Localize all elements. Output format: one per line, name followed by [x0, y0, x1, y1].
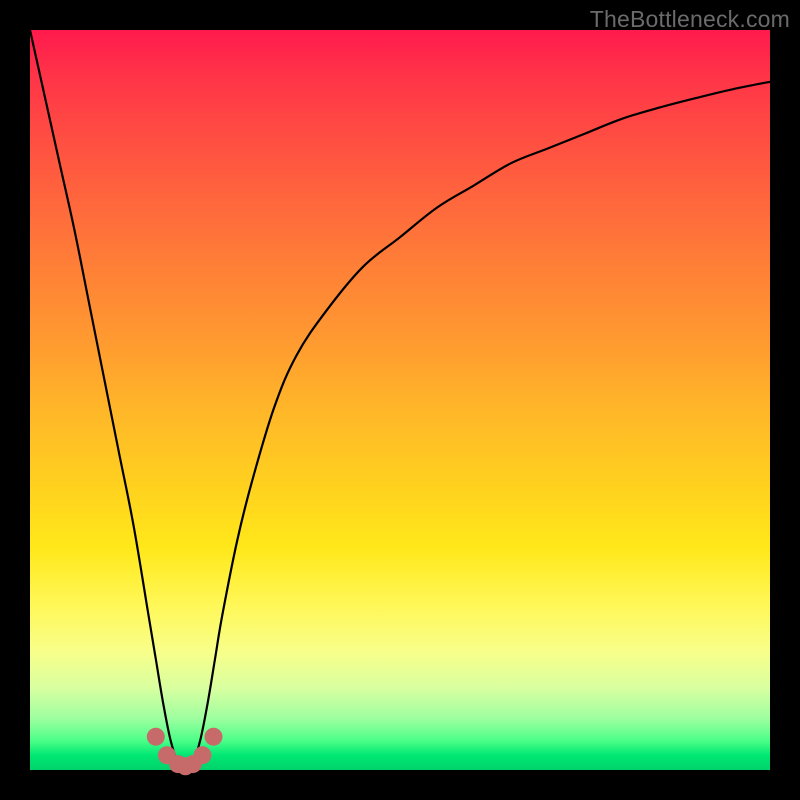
trough-dot	[205, 728, 223, 746]
trough-dot	[193, 746, 211, 764]
plot-area	[30, 30, 770, 770]
watermark-text: TheBottleneck.com	[590, 6, 790, 33]
curve-layer	[30, 30, 770, 770]
bottleneck-curve	[30, 30, 770, 770]
trough-dot	[147, 728, 165, 746]
chart-frame: TheBottleneck.com	[0, 0, 800, 800]
trough-markers	[147, 728, 223, 776]
